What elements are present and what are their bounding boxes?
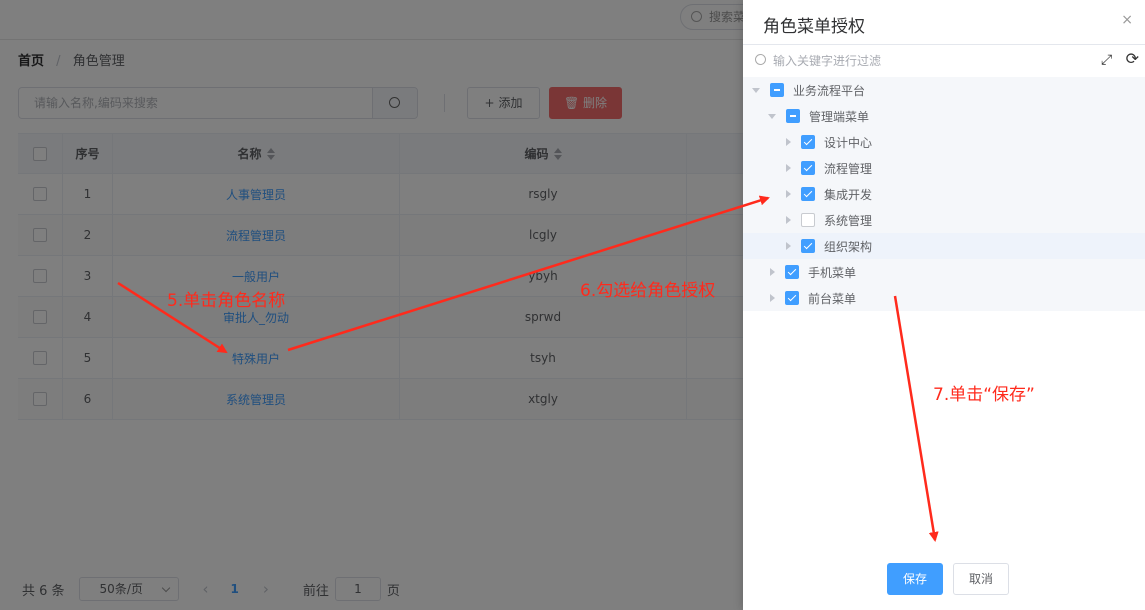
expand-arrow-icon[interactable] <box>786 164 791 172</box>
cancel-button[interactable]: 取消 <box>953 563 1009 595</box>
tree-checkbox[interactable] <box>801 239 815 253</box>
tree-checkbox[interactable] <box>770 83 784 97</box>
tree-filter: ⤢ ⟳ <box>743 45 1145 77</box>
menu-tree: 业务流程平台 管理端菜单 设计中心 流程管理 集成开发 系统管理 组织架构 手机… <box>743 77 1145 311</box>
tree-node-design-center[interactable]: 设计中心 <box>743 129 1145 155</box>
tree-checkbox[interactable] <box>785 265 799 279</box>
tree-node-process-management[interactable]: 流程管理 <box>743 155 1145 181</box>
role-menu-auth-drawer: 角色菜单授权 × ⤢ ⟳ 业务流程平台 管理端菜单 设计中心 流程管理 <box>743 0 1145 610</box>
close-icon[interactable]: × <box>1121 12 1133 28</box>
tree-checkbox[interactable] <box>785 291 799 305</box>
tree-node-admin-menu[interactable]: 管理端菜单 <box>743 103 1145 129</box>
annotation-step6: 6.勾选给角色授权 <box>580 281 716 301</box>
tree-node-frontend-menu[interactable]: 前台菜单 <box>743 285 1145 311</box>
modal-overlay[interactable] <box>0 0 743 610</box>
tree-checkbox[interactable] <box>801 161 815 175</box>
tree-node-mobile-menu[interactable]: 手机菜单 <box>743 259 1145 285</box>
expand-arrow-icon[interactable] <box>786 242 791 250</box>
tree-node-system-management[interactable]: 系统管理 <box>743 207 1145 233</box>
tree-node-org-structure[interactable]: 组织架构 <box>743 233 1145 259</box>
search-icon <box>755 54 766 65</box>
tree-checkbox[interactable] <box>801 213 815 227</box>
expand-arrow-icon[interactable] <box>770 268 775 276</box>
expand-arrow-icon[interactable] <box>770 294 775 302</box>
collapse-icon[interactable] <box>752 87 760 93</box>
expand-icon[interactable]: ⤢ <box>1101 53 1115 67</box>
annotation-step5: 5.单击角色名称 <box>167 291 286 311</box>
tree-node-business-platform[interactable]: 业务流程平台 <box>743 77 1145 103</box>
tree-filter-input[interactable] <box>773 49 1073 73</box>
tree-checkbox[interactable] <box>786 109 800 123</box>
save-button[interactable]: 保存 <box>887 563 943 595</box>
drawer-title: 角色菜单授权 <box>763 17 865 37</box>
expand-arrow-icon[interactable] <box>786 190 791 198</box>
tree-node-integration-dev[interactable]: 集成开发 <box>743 181 1145 207</box>
expand-arrow-icon[interactable] <box>786 138 791 146</box>
tree-checkbox[interactable] <box>801 187 815 201</box>
refresh-icon[interactable]: ⟳ <box>1126 51 1139 67</box>
annotation-step7: 7.单击“保存” <box>933 385 1035 405</box>
collapse-icon[interactable] <box>768 113 776 119</box>
tree-checkbox[interactable] <box>801 135 815 149</box>
expand-arrow-icon[interactable] <box>786 216 791 224</box>
